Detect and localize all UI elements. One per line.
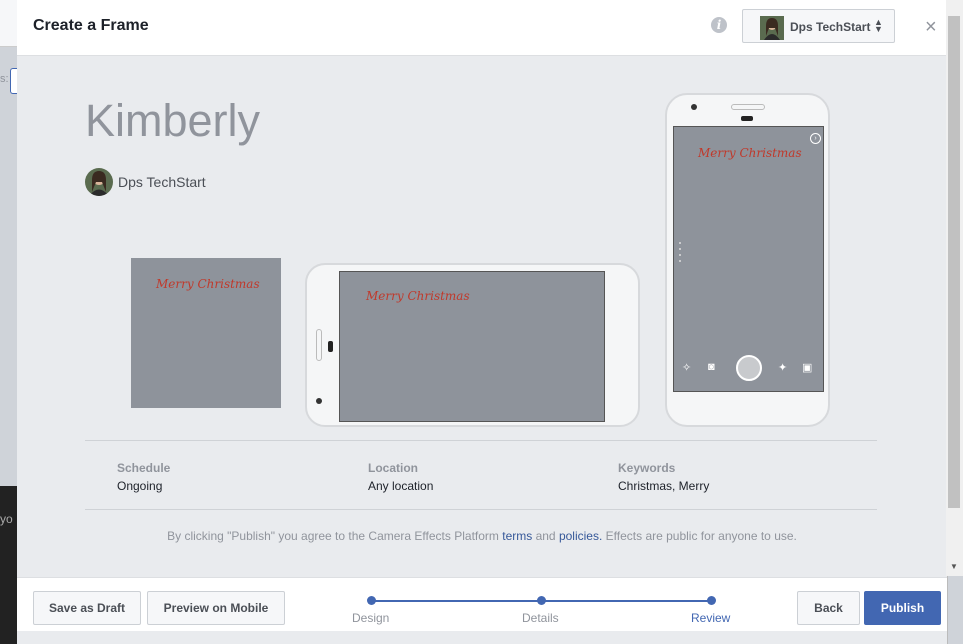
keywords-label: Keywords xyxy=(618,461,676,475)
location-info: Location Any location xyxy=(368,461,433,493)
phone-camera xyxy=(691,104,697,110)
shutter-icon xyxy=(736,355,762,381)
schedule-info: Schedule Ongoing xyxy=(117,461,170,493)
camera-icon: ◙ xyxy=(708,361,715,373)
sparkle-icon: ✦ xyxy=(778,362,788,374)
location-value: Any location xyxy=(368,479,434,493)
overlay-text: Merry Christmas xyxy=(366,289,470,303)
phone-camera xyxy=(316,398,322,404)
step-dot-design xyxy=(367,596,376,605)
phone-speaker xyxy=(731,104,765,110)
keywords-value: Christmas, Merry xyxy=(618,479,710,493)
close-icon[interactable]: × xyxy=(925,17,937,37)
scrollbar-thumb[interactable] xyxy=(948,16,960,508)
divider xyxy=(85,509,877,510)
phone-sensor xyxy=(328,341,333,352)
background-thumbnail-text: yo xyxy=(0,512,13,526)
back-button[interactable]: Back xyxy=(797,591,860,625)
landscape-screen: Merry Christmas xyxy=(339,271,605,422)
step-dot-details xyxy=(537,596,546,605)
publish-button[interactable]: Publish xyxy=(864,591,941,625)
create-frame-dialog: Create a Frame i Dps TechStart ▲ ▼ × ▼ Ki… xyxy=(17,0,963,644)
portrait-screen: › Merry Christmas ✧ ◙ ✦ ▣ xyxy=(673,126,824,392)
arrow-right-icon: › xyxy=(810,133,821,144)
portrait-phone-preview: › Merry Christmas ✧ ◙ ✦ ▣ xyxy=(665,93,830,427)
save-draft-button[interactable]: Save as Draft xyxy=(33,591,141,625)
legal-notice: By clicking "Publish" you agree to the C… xyxy=(17,529,947,543)
progress-steps: Design Details Review xyxy=(352,596,730,636)
schedule-label: Schedule xyxy=(117,461,171,475)
sort-caret-icon: ▲ ▼ xyxy=(874,17,883,34)
overlay-text: Merry Christmas xyxy=(698,146,802,160)
location-label: Location xyxy=(368,461,418,475)
background-header xyxy=(0,0,17,47)
author-avatar xyxy=(85,168,113,196)
page-selector-button[interactable]: Dps TechStart ▲ ▼ xyxy=(742,9,895,43)
dialog-footer: Save as Draft Preview on Mobile Design D… xyxy=(17,577,947,631)
magic-wand-icon: ✧ xyxy=(682,362,692,374)
legal-and: and xyxy=(532,529,559,543)
author-name: Dps TechStart xyxy=(118,174,206,190)
landscape-phone-preview: Merry Christmas xyxy=(305,263,640,427)
info-icon[interactable]: i xyxy=(711,17,727,33)
step-label-review: Review xyxy=(691,611,731,625)
step-label-details: Details xyxy=(522,611,559,625)
keywords-info: Keywords Christmas, Merry xyxy=(618,461,709,493)
dialog-title: Create a Frame xyxy=(33,17,149,34)
square-preview: Merry Christmas xyxy=(131,258,281,408)
scroll-down-icon[interactable]: ▼ xyxy=(950,562,958,571)
schedule-value: Ongoing xyxy=(117,479,163,493)
dots-indicator xyxy=(679,242,681,272)
terms-link[interactable]: terms xyxy=(502,529,532,543)
frame-name: Kimberly xyxy=(85,95,261,146)
step-dot-review xyxy=(707,596,716,605)
phone-speaker xyxy=(316,329,322,361)
phone-sensor xyxy=(741,116,753,121)
gallery-icon: ▣ xyxy=(802,362,813,374)
legal-prefix: By clicking "Publish" you agree to the C… xyxy=(167,529,503,543)
camera-toolbar: ✧ ◙ ✦ ▣ xyxy=(674,355,823,381)
dialog-header: Create a Frame i Dps TechStart ▲ ▼ × xyxy=(17,0,947,56)
legal-suffix: Effects are public for anyone to use. xyxy=(602,529,797,543)
step-label-design: Design xyxy=(352,611,390,625)
background-thumbnail xyxy=(0,486,17,644)
overlay-text: Merry Christmas xyxy=(156,277,260,291)
divider xyxy=(85,440,877,441)
policies-link[interactable]: policies. xyxy=(559,529,602,543)
preview-mobile-button[interactable]: Preview on Mobile xyxy=(147,591,285,625)
page-avatar xyxy=(760,16,784,40)
page-selector-label: Dps TechStart xyxy=(790,20,871,34)
